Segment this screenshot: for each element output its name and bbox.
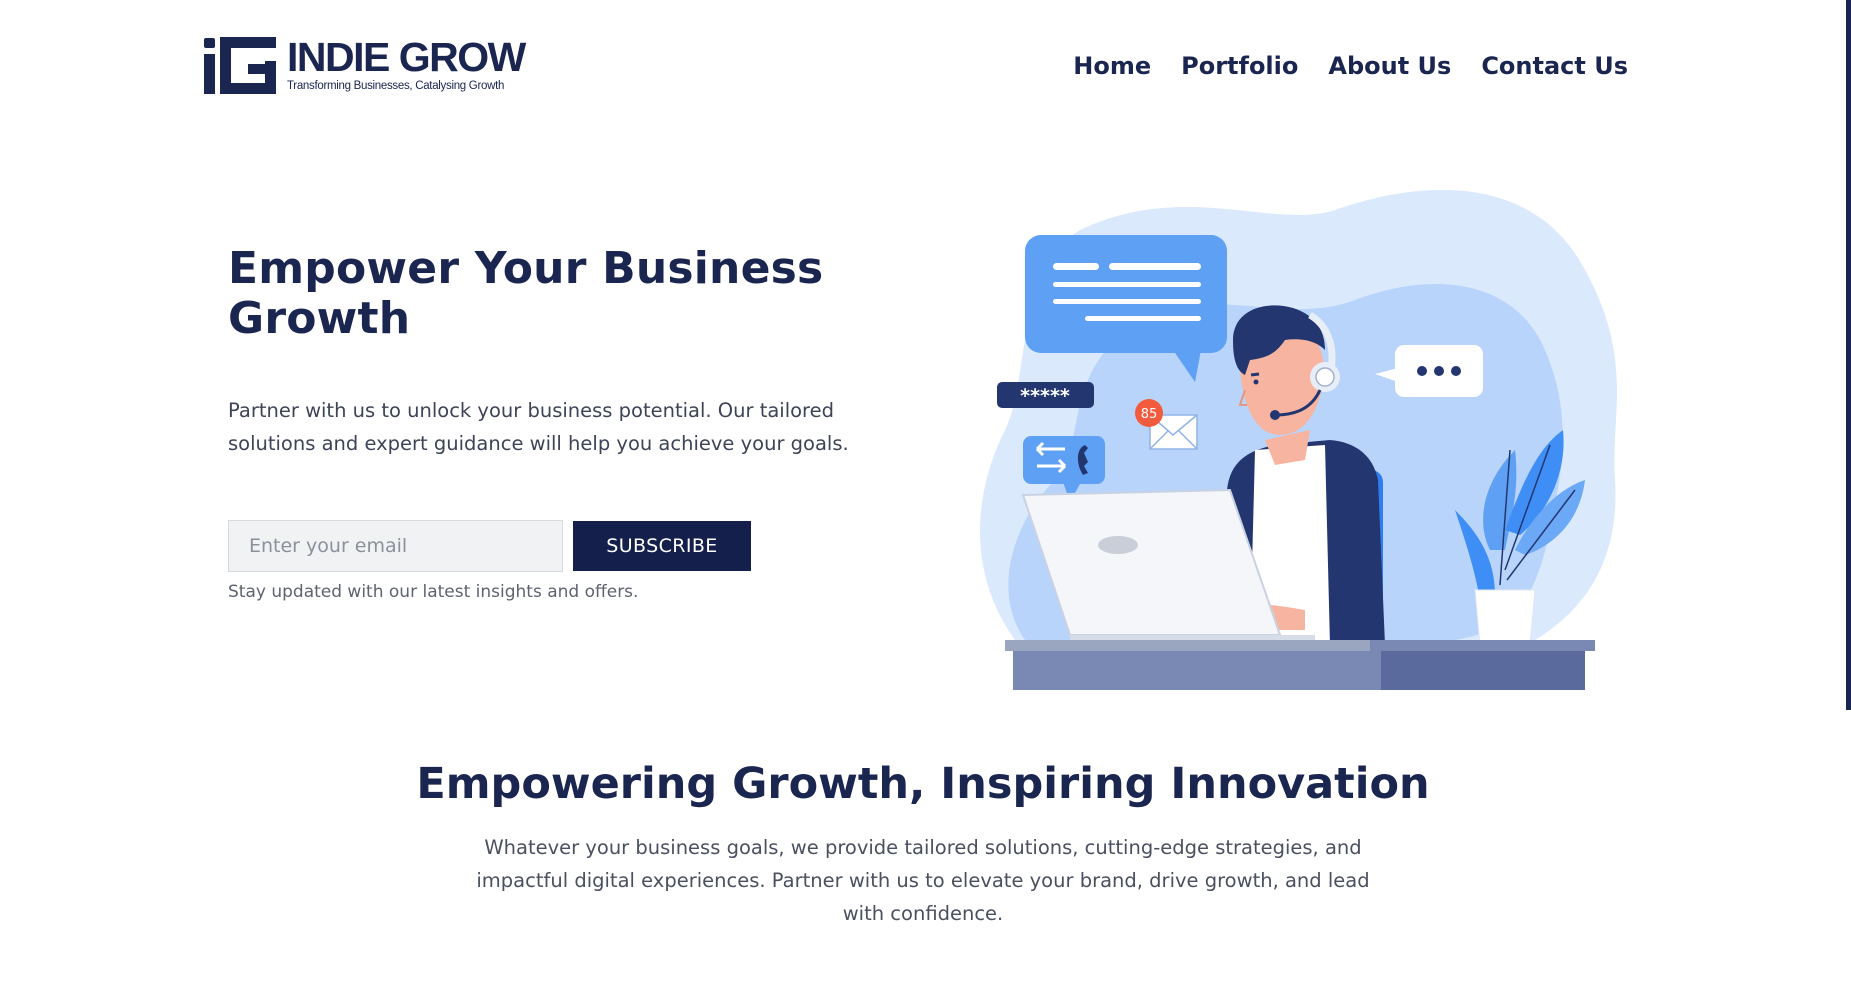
page: INDIE GROW Transforming Businesses, Cata… — [0, 0, 1851, 997]
hero-text: Partner with us to unlock your business … — [228, 399, 849, 455]
support-agent-illustration: ***** 85 — [980, 190, 1617, 690]
main-nav: Home Portfolio About Us Contact Us — [1073, 52, 1628, 80]
scrollbar[interactable] — [1846, 0, 1851, 710]
section-title: Empowering Growth, Inspiring Innovation — [416, 759, 1430, 809]
brand-tagline: Transforming Businesses, Catalysing Grow… — [287, 80, 505, 92]
nav-about-link[interactable]: About Us — [1328, 52, 1451, 80]
subscribe-note: Stay updated with our latest insights an… — [228, 582, 639, 602]
logo-text: INDIE GROW Transforming Businesses, Cata… — [287, 34, 526, 93]
notification-badge: 85 — [1135, 399, 1163, 427]
nav-contact-link[interactable]: Contact Us — [1481, 52, 1628, 80]
section-text: Whatever your business goals, we provide… — [476, 836, 1370, 925]
svg-text:85: 85 — [1141, 407, 1158, 422]
hero-title: Empower Your Business Growth — [228, 243, 824, 344]
logo-mark-icon — [202, 34, 278, 96]
email-input[interactable] — [228, 520, 563, 572]
password-field-icon: ***** — [997, 382, 1094, 408]
brand-name: INDIE GROW — [287, 34, 526, 80]
nav-portfolio-link[interactable]: Portfolio — [1181, 52, 1298, 80]
desk — [1005, 640, 1595, 690]
logo[interactable]: INDIE GROW Transforming Businesses, Cata… — [202, 34, 526, 96]
site-header: INDIE GROW Transforming Businesses, Cata… — [0, 0, 1851, 140]
subscribe-button[interactable]: SUBSCRIBE — [573, 521, 751, 571]
subscribe-form: SUBSCRIBE — [228, 520, 751, 572]
nav-home-link[interactable]: Home — [1073, 52, 1151, 80]
password-mask: ***** — [1020, 385, 1070, 407]
